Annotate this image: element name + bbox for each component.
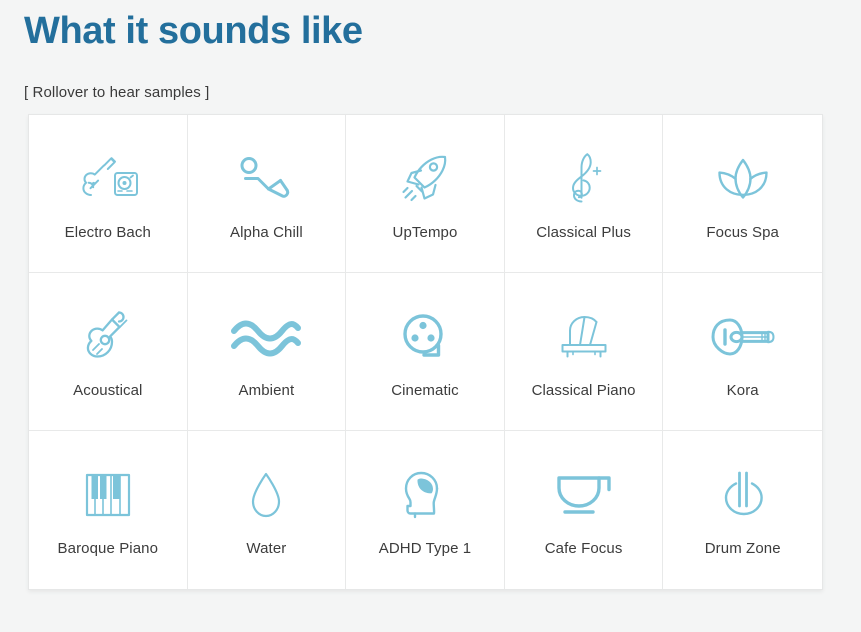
sound-sample-cell[interactable]: Classical Piano — [504, 273, 664, 431]
sound-sample-label: Classical Piano — [531, 381, 636, 399]
sound-sample-cell[interactable]: Electro Bach — [29, 115, 188, 273]
sound-sample-cell[interactable]: Drum Zone — [663, 431, 822, 589]
sound-sample-grid: Electro Bach Alpha Chill UpTempo Classic… — [28, 114, 823, 590]
sound-sample-label: Alpha Chill — [229, 223, 303, 241]
sound-samples-page: What it sounds like [ Rollover to hear s… — [0, 0, 861, 632]
sound-sample-cell[interactable]: Cinematic — [346, 273, 505, 431]
sound-sample-cell[interactable]: Kora — [663, 273, 822, 431]
sound-sample-label: Cinematic — [391, 381, 459, 399]
sound-sample-label: Ambient — [238, 381, 295, 399]
grand-piano-icon — [544, 304, 624, 370]
sound-sample-cell[interactable]: Ambient — [187, 273, 347, 431]
film-reel-icon — [385, 304, 465, 370]
sound-sample-cell[interactable]: Acoustical — [29, 273, 188, 431]
sound-sample-label: UpTempo — [392, 223, 458, 241]
piano-keys-icon — [68, 462, 148, 528]
head-brain-icon — [385, 462, 465, 528]
drum-icon — [703, 462, 783, 528]
sound-sample-label: ADHD Type 1 — [378, 540, 472, 557]
sound-sample-label: Classical Plus — [536, 223, 631, 241]
sound-sample-cell[interactable]: Baroque Piano — [29, 431, 188, 589]
sound-sample-label: Acoustical — [73, 381, 143, 399]
treble-clef-plus-icon — [544, 146, 624, 212]
coffee-cup-icon — [544, 462, 624, 528]
sound-sample-label: Cafe Focus — [544, 540, 623, 557]
sound-sample-cell[interactable]: Focus Spa — [663, 115, 822, 273]
sound-sample-label: Drum Zone — [704, 540, 781, 557]
sound-sample-cell[interactable]: Alpha Chill — [187, 115, 347, 273]
page-title: What it sounds like — [24, 10, 363, 52]
sound-sample-cell[interactable]: Cafe Focus — [504, 431, 664, 589]
reclining-person-icon — [226, 146, 306, 212]
lotus-flower-icon — [703, 146, 783, 212]
sound-sample-label: Kora — [726, 381, 759, 399]
lute-icon — [703, 304, 783, 370]
wavy-lines-icon — [226, 304, 306, 370]
page-subtitle: [ Rollover to hear samples ] — [24, 84, 210, 101]
sound-sample-cell[interactable]: Water — [187, 431, 347, 589]
water-droplet-icon — [226, 462, 306, 528]
violin-turntable-icon — [68, 146, 148, 212]
sound-sample-label: Water — [246, 540, 287, 557]
sound-sample-cell[interactable]: UpTempo — [346, 115, 505, 273]
acoustic-guitar-icon — [68, 304, 148, 370]
sound-sample-label: Baroque Piano — [57, 540, 159, 557]
sound-sample-label: Electro Bach — [64, 223, 151, 241]
sound-sample-cell[interactable]: Classical Plus — [504, 115, 664, 273]
rocket-icon — [385, 146, 465, 212]
sound-sample-label: Focus Spa — [706, 223, 779, 241]
sound-sample-cell[interactable]: ADHD Type 1 — [346, 431, 505, 589]
